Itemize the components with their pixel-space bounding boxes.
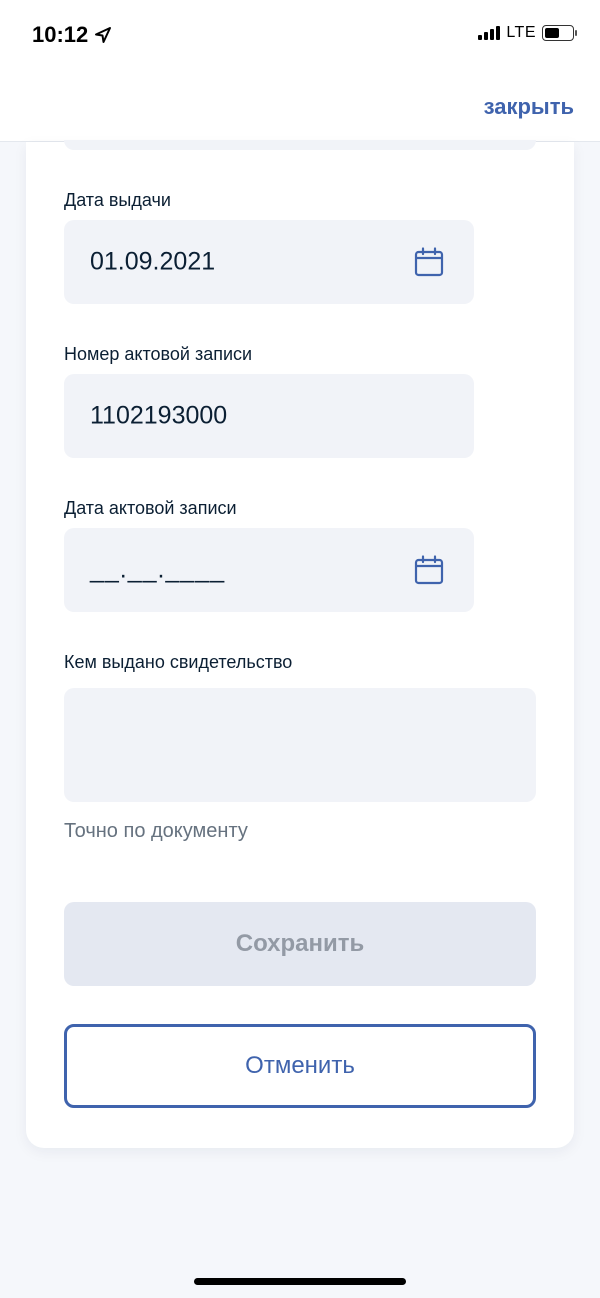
cancel-button[interactable]: Отменить xyxy=(64,1024,536,1108)
issue-date-label: Дата выдачи xyxy=(64,190,171,210)
issue-date-field[interactable]: 01.09.2021 xyxy=(64,220,474,304)
status-time: 10:12 xyxy=(32,22,112,48)
record-number-value: 1102193000 xyxy=(90,401,228,430)
location-arrow-icon xyxy=(95,27,112,43)
record-date-label: Дата актовой записи xyxy=(64,498,237,518)
issued-by-textarea[interactable] xyxy=(64,688,536,802)
status-indicators: LTE xyxy=(478,24,577,42)
issue-date-value: 01.09.2021 xyxy=(90,247,216,276)
record-date-field[interactable]: __.__.____ xyxy=(64,528,474,612)
record-number-label: Номер актовой записи xyxy=(64,344,253,364)
top-nav: закрыть xyxy=(0,72,600,142)
previous-field-edge xyxy=(64,140,536,150)
battery-icon xyxy=(542,25,577,41)
calendar-icon[interactable] xyxy=(414,555,444,585)
network-type: LTE xyxy=(506,24,536,41)
form-card: Дата выдачи 01.09.2021 Номер актовой зап… xyxy=(26,140,574,1148)
status-bar: 10:12 LTE xyxy=(0,0,600,72)
issued-by-label: Кем выдано свидетельство xyxy=(64,652,293,672)
issued-by-hint: Точно по документу xyxy=(64,820,248,842)
save-button[interactable]: Сохранить xyxy=(64,902,536,986)
close-button[interactable]: закрыть xyxy=(484,94,574,120)
home-indicator[interactable] xyxy=(194,1278,406,1285)
record-number-field[interactable]: 1102193000 xyxy=(64,374,474,458)
calendar-icon[interactable] xyxy=(414,247,444,277)
time-text: 10:12 xyxy=(32,22,89,47)
record-date-mask: __.__.____ xyxy=(90,555,226,584)
signal-icon xyxy=(478,26,501,40)
